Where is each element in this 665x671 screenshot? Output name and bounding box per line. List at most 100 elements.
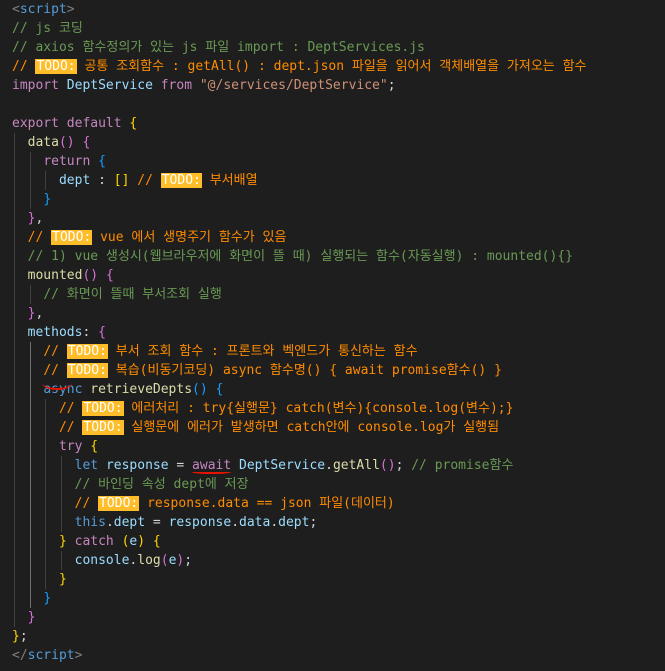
code-line[interactable]: // TODO: 에러처리 : try{실행문} catch(변수){conso… bbox=[0, 399, 665, 418]
code-token: // bbox=[12, 59, 36, 74]
code-line[interactable]: return { bbox=[0, 152, 665, 171]
indent-guide bbox=[45, 570, 47, 589]
code-token: < bbox=[12, 2, 20, 17]
code-token: () bbox=[192, 382, 208, 397]
indent-guide bbox=[29, 570, 31, 589]
code-line[interactable]: } catch (e) { bbox=[0, 532, 665, 551]
indent-guide bbox=[14, 494, 15, 513]
code-token: } bbox=[27, 610, 36, 625]
indent-guide bbox=[14, 247, 15, 266]
code-line[interactable]: dept : [] // TODO: 부서배열 bbox=[0, 171, 665, 190]
indent-guide bbox=[14, 266, 15, 285]
code-line[interactable]: }; bbox=[0, 627, 665, 646]
indent-guide bbox=[14, 551, 15, 570]
code-token: . bbox=[231, 515, 240, 530]
code-token: = bbox=[168, 458, 193, 473]
indent-guide bbox=[14, 152, 15, 171]
code-token: console bbox=[74, 553, 130, 568]
code-line[interactable]: } bbox=[0, 570, 665, 589]
code-token: // bbox=[58, 420, 83, 435]
code-token: default bbox=[66, 116, 122, 131]
code-token: // bbox=[43, 344, 67, 359]
code-line[interactable]: data() { bbox=[0, 133, 665, 152]
indent-guide bbox=[14, 171, 15, 190]
code-line[interactable]: // 바인딩 속성 dept에 저장 bbox=[0, 475, 665, 494]
code-token: try bbox=[58, 439, 83, 454]
code-token: methods bbox=[27, 325, 83, 340]
code-line[interactable]: // TODO: 복습(비동기코딩) async 함수명() { await p… bbox=[0, 361, 665, 380]
code-token: } bbox=[58, 534, 67, 549]
code-line[interactable] bbox=[0, 95, 665, 114]
indent-guide bbox=[14, 570, 15, 589]
code-line[interactable]: </script> bbox=[0, 646, 665, 665]
indent-guide bbox=[14, 209, 15, 228]
code-editor[interactable]: <script>// js 코딩// axios 함수정의가 있는 js 파일 … bbox=[0, 0, 665, 671]
code-line[interactable]: }, bbox=[0, 304, 665, 323]
code-line[interactable]: let response = await DeptService.getAll(… bbox=[0, 456, 665, 475]
code-line[interactable]: console.log(e); bbox=[0, 551, 665, 570]
code-line[interactable]: export default { bbox=[0, 114, 665, 133]
indent-guide bbox=[60, 551, 62, 570]
code-line[interactable]: // TODO: 공통 조회함수 : getAll() : dept.json … bbox=[0, 57, 665, 76]
code-line[interactable]: <script> bbox=[0, 0, 665, 19]
indent-guide bbox=[45, 532, 47, 551]
code-line[interactable]: // js 코딩 bbox=[0, 19, 665, 38]
code-line[interactable]: this.dept = response.data.dept; bbox=[0, 513, 665, 532]
code-line[interactable]: // 화면이 뜰때 부서조회 실행 bbox=[0, 285, 665, 304]
indent-guide bbox=[14, 475, 15, 494]
indent-guide bbox=[60, 494, 62, 513]
code-token: dept bbox=[278, 515, 310, 530]
code-line[interactable]: try { bbox=[0, 437, 665, 456]
indent-guide bbox=[29, 456, 31, 475]
code-line[interactable]: } bbox=[0, 190, 665, 209]
indent-guide bbox=[29, 551, 31, 570]
code-token: // bbox=[58, 401, 83, 416]
code-token: await bbox=[192, 458, 232, 473]
code-token: ; bbox=[395, 458, 412, 473]
indent-guide bbox=[60, 513, 62, 532]
code-line[interactable]: import DeptService from "@/services/Dept… bbox=[0, 76, 665, 95]
code-line[interactable]: // TODO: vue 에서 생명주기 함수가 있음 bbox=[0, 228, 665, 247]
indent-guide bbox=[14, 323, 15, 342]
code-line[interactable]: } bbox=[0, 589, 665, 608]
code-line[interactable]: // axios 함수정의가 있는 js 파일 import : DeptSer… bbox=[0, 38, 665, 57]
code-line[interactable]: mounted() { bbox=[0, 266, 665, 285]
indent-guide bbox=[14, 190, 15, 209]
code-token: // bbox=[27, 230, 52, 245]
code-token: . bbox=[105, 515, 114, 530]
code-line[interactable]: // TODO: 부서 조회 함수 : 프론트와 벡엔드가 통신하는 함수 bbox=[0, 342, 665, 361]
code-token: DeptService bbox=[66, 78, 153, 93]
code-token: } bbox=[58, 572, 67, 587]
code-token: getAll bbox=[332, 458, 380, 473]
indent-guide bbox=[29, 285, 31, 304]
indent-guide bbox=[29, 418, 31, 437]
code-token: vue 에서 생명주기 함수가 있음 bbox=[92, 230, 287, 245]
indent-guide bbox=[14, 608, 15, 627]
code-token: . bbox=[270, 515, 279, 530]
code-token: 복습(비동기코딩) async 함수명() { await promise함수(… bbox=[107, 363, 502, 378]
code-line[interactable]: methods: { bbox=[0, 323, 665, 342]
code-line[interactable]: } bbox=[0, 608, 665, 627]
code-token: "@/services/DeptService" bbox=[199, 78, 388, 93]
code-token: ; bbox=[309, 515, 318, 530]
code-line[interactable]: // TODO: 실행문에 에러가 발생하면 catch안에 console.l… bbox=[0, 418, 665, 437]
code-line[interactable]: async retrieveDepts() { bbox=[0, 380, 665, 399]
code-token: data bbox=[27, 135, 59, 150]
code-line[interactable]: // 1) vue 생성시(웹브라우저에 화면이 뜰 때) 실행되는 함수(자동… bbox=[0, 247, 665, 266]
indent-guide bbox=[14, 437, 15, 456]
code-token: : bbox=[82, 325, 99, 340]
code-line[interactable]: }, bbox=[0, 209, 665, 228]
indent-guide bbox=[14, 133, 15, 152]
code-token: } bbox=[43, 192, 52, 207]
code-line[interactable]: // TODO: response.data == json 파일(데이터) bbox=[0, 494, 665, 513]
code-token: 부서 조회 함수 : 프론트와 벡엔드가 통신하는 함수 bbox=[107, 344, 418, 359]
